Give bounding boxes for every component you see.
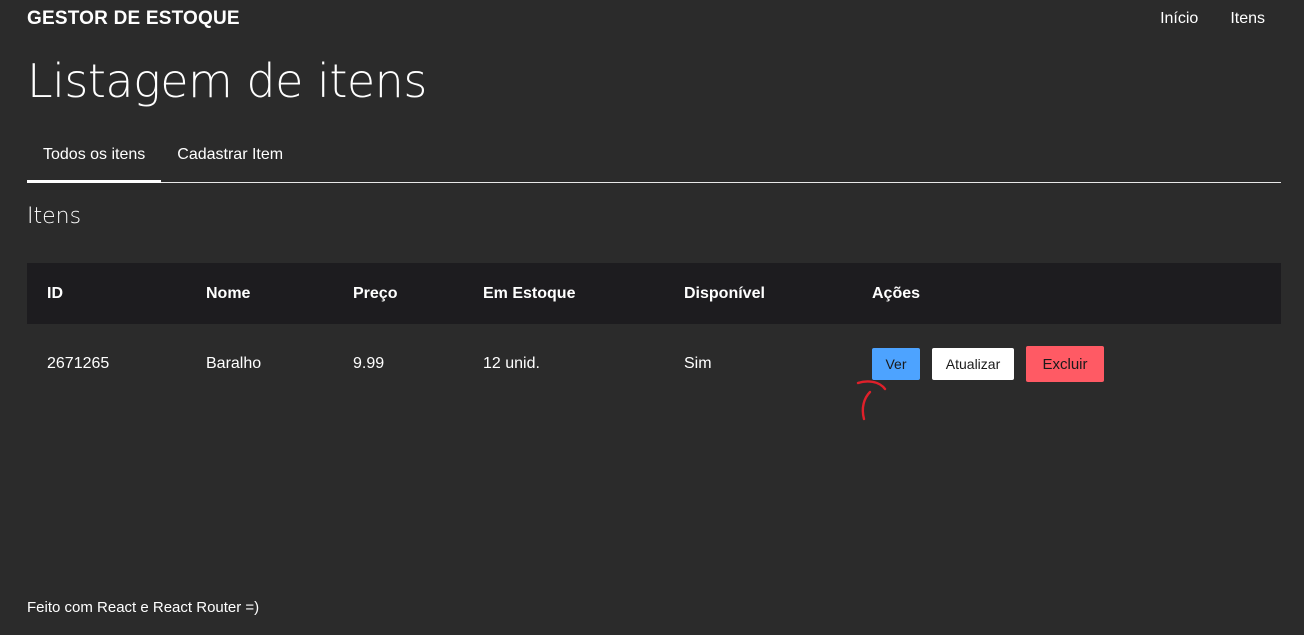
column-header-preco: Preço xyxy=(353,284,398,302)
cell-id: 2671265 xyxy=(47,355,110,372)
section-title: Itens xyxy=(27,204,82,229)
tab-bar: Todos os itens Cadastrar Item xyxy=(27,140,1281,183)
column-header-em-estoque: Em Estoque xyxy=(483,284,576,302)
nav-link-inicio[interactable]: Início xyxy=(1160,10,1198,28)
page-title: Listagem de itens xyxy=(27,54,427,108)
cell-preco: 9.99 xyxy=(353,355,385,372)
table-row: 2671265 Baralho 9.99 12 unid. Sim Ver At… xyxy=(27,324,1281,404)
column-header-acoes: Ações xyxy=(872,284,921,302)
items-table: ID Nome Preço Em Estoque Disponível Açõe… xyxy=(27,263,1281,404)
nav-link-itens[interactable]: Itens xyxy=(1230,10,1265,28)
table-header: ID Nome Preço Em Estoque Disponível Açõe… xyxy=(27,263,1281,324)
top-nav: Início Itens xyxy=(1160,10,1265,28)
tab-todos-os-itens[interactable]: Todos os itens xyxy=(27,140,162,183)
brand-title[interactable]: GESTOR DE ESTOQUE xyxy=(27,8,240,30)
cell-nome: Baralho xyxy=(206,355,262,372)
column-header-disponivel: Disponível xyxy=(684,284,765,302)
ver-button[interactable]: Ver xyxy=(872,348,920,380)
cell-disponivel: Sim xyxy=(684,355,712,372)
footer-text: Feito com React e React Router =) xyxy=(27,599,260,616)
column-header-id: ID xyxy=(47,284,63,302)
cell-em-estoque: 12 unid. xyxy=(483,355,540,372)
tab-cadastrar-item[interactable]: Cadastrar Item xyxy=(161,140,299,182)
atualizar-button[interactable]: Atualizar xyxy=(932,348,1014,380)
excluir-button[interactable]: Excluir xyxy=(1026,346,1104,382)
table-body: 2671265 Baralho 9.99 12 unid. Sim Ver At… xyxy=(27,324,1281,404)
cell-acoes: Ver Atualizar Excluir xyxy=(852,346,1281,382)
app-root: GESTOR DE ESTOQUE Início Itens Listagem … xyxy=(0,0,1304,635)
column-header-nome: Nome xyxy=(206,284,251,302)
red-pen-annotation xyxy=(856,380,887,421)
